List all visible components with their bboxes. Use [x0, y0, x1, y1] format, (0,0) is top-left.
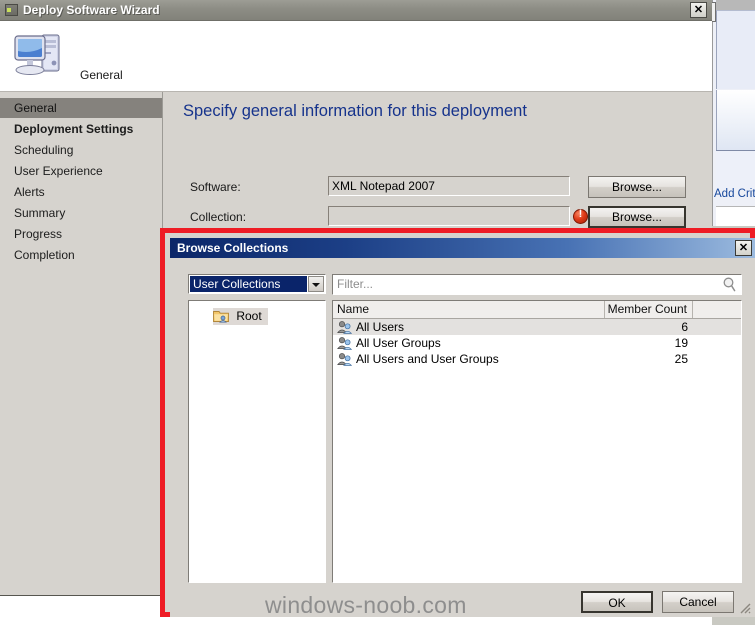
cancel-button[interactable]: Cancel	[662, 591, 734, 613]
sidebar-item-alerts[interactable]: Alerts	[0, 182, 162, 202]
sidebar-item-deployment-settings[interactable]: Deployment Settings	[0, 119, 162, 139]
wizard-title-bar: Deploy Software Wizard ✕	[0, 0, 712, 21]
filter-input[interactable]: Filter...	[332, 274, 742, 295]
sidebar-item-summary[interactable]: Summary	[0, 203, 162, 223]
chevron-down-icon[interactable]	[308, 276, 324, 292]
collection-name-text: All User Groups	[356, 336, 441, 350]
error-icon	[573, 208, 588, 224]
sidebar-item-general[interactable]: General	[0, 98, 162, 118]
collection-name-cell: All User Groups	[337, 335, 603, 351]
table-row[interactable]: All User Groups 19	[333, 335, 741, 351]
background-panel-criteria	[716, 150, 755, 189]
wizard-app-icon	[5, 4, 18, 16]
tree-node-root[interactable]: Root	[213, 308, 268, 325]
software-label: Software:	[190, 180, 241, 194]
dialog-title: Browse Collections	[177, 241, 289, 255]
table-row[interactable]: All Users and User Groups 25	[333, 351, 741, 367]
software-browse-button[interactable]: Browse...	[588, 176, 686, 198]
background-panel-list	[716, 10, 755, 89]
column-header-name[interactable]: Name	[333, 301, 605, 318]
member-count-cell: 19	[674, 336, 688, 350]
computer-icon	[12, 29, 68, 83]
filter-placeholder: Filter...	[337, 277, 374, 291]
collection-name-cell: All Users	[337, 319, 603, 335]
browse-collections-dialog: Browse Collections ✕ User Collections Fi…	[170, 238, 755, 617]
page-title: Specify general information for this dep…	[183, 102, 527, 120]
list-header-row: Name Member Count	[333, 301, 741, 319]
column-header-filler	[693, 301, 741, 318]
collection-browse-button[interactable]: Browse...	[588, 206, 686, 228]
wizard-title: Deploy Software Wizard	[23, 3, 160, 17]
collection-name-text: All Users	[356, 320, 405, 334]
browse-collections-highlight: Browse Collections ✕ User Collections Fi…	[160, 228, 755, 617]
collection-scope-dropdown[interactable]: User Collections	[188, 274, 326, 294]
member-count-cell: 25	[674, 352, 688, 366]
collection-name-cell: All Users and User Groups	[337, 351, 603, 367]
wizard-close-button[interactable]: ✕	[690, 2, 707, 18]
collection-icon	[337, 352, 353, 366]
search-icon[interactable]	[722, 277, 736, 292]
background-panel-top	[716, 0, 755, 10]
sidebar-item-progress[interactable]: Progress	[0, 224, 162, 244]
collection-list-pane[interactable]: Name Member Count All Users 6 All User G…	[332, 300, 742, 583]
dialog-title-bar: Browse Collections ✕	[170, 238, 755, 258]
collection-name-text: All Users and User Groups	[356, 352, 499, 366]
column-header-member-count[interactable]: Member Count	[605, 301, 693, 318]
tree-node-root-label: Root	[236, 309, 262, 323]
background-panel-footer	[716, 206, 755, 227]
dialog-close-button[interactable]: ✕	[735, 240, 752, 256]
sidebar-item-user-experience[interactable]: User Experience	[0, 161, 162, 181]
folder-user-icon	[213, 309, 229, 323]
table-row[interactable]: All Users 6	[333, 319, 741, 335]
background-panel-gradient	[716, 90, 755, 150]
software-input[interactable]: XML Notepad 2007	[328, 176, 570, 196]
member-count-cell: 6	[681, 320, 688, 334]
resize-grip-icon[interactable]	[738, 601, 752, 615]
wizard-header: General	[0, 21, 712, 92]
collection-icon	[337, 320, 353, 334]
collection-scope-value: User Collections	[190, 276, 307, 292]
sidebar-item-completion[interactable]: Completion	[0, 245, 162, 265]
screen: Add Crite ✕ Deploy Software Wizard ✕	[0, 0, 755, 625]
collection-input[interactable]	[328, 206, 570, 226]
collection-label: Collection:	[190, 210, 247, 224]
add-criteria-link[interactable]: Add Crite	[714, 188, 755, 204]
wizard-step-label: General	[80, 68, 123, 82]
collection-icon	[337, 336, 353, 350]
sidebar-item-scheduling[interactable]: Scheduling	[0, 140, 162, 160]
collection-tree-pane[interactable]: Root	[188, 300, 326, 583]
ok-button[interactable]: OK	[581, 591, 653, 613]
wizard-sidebar: General Deployment Settings Scheduling U…	[0, 92, 163, 596]
